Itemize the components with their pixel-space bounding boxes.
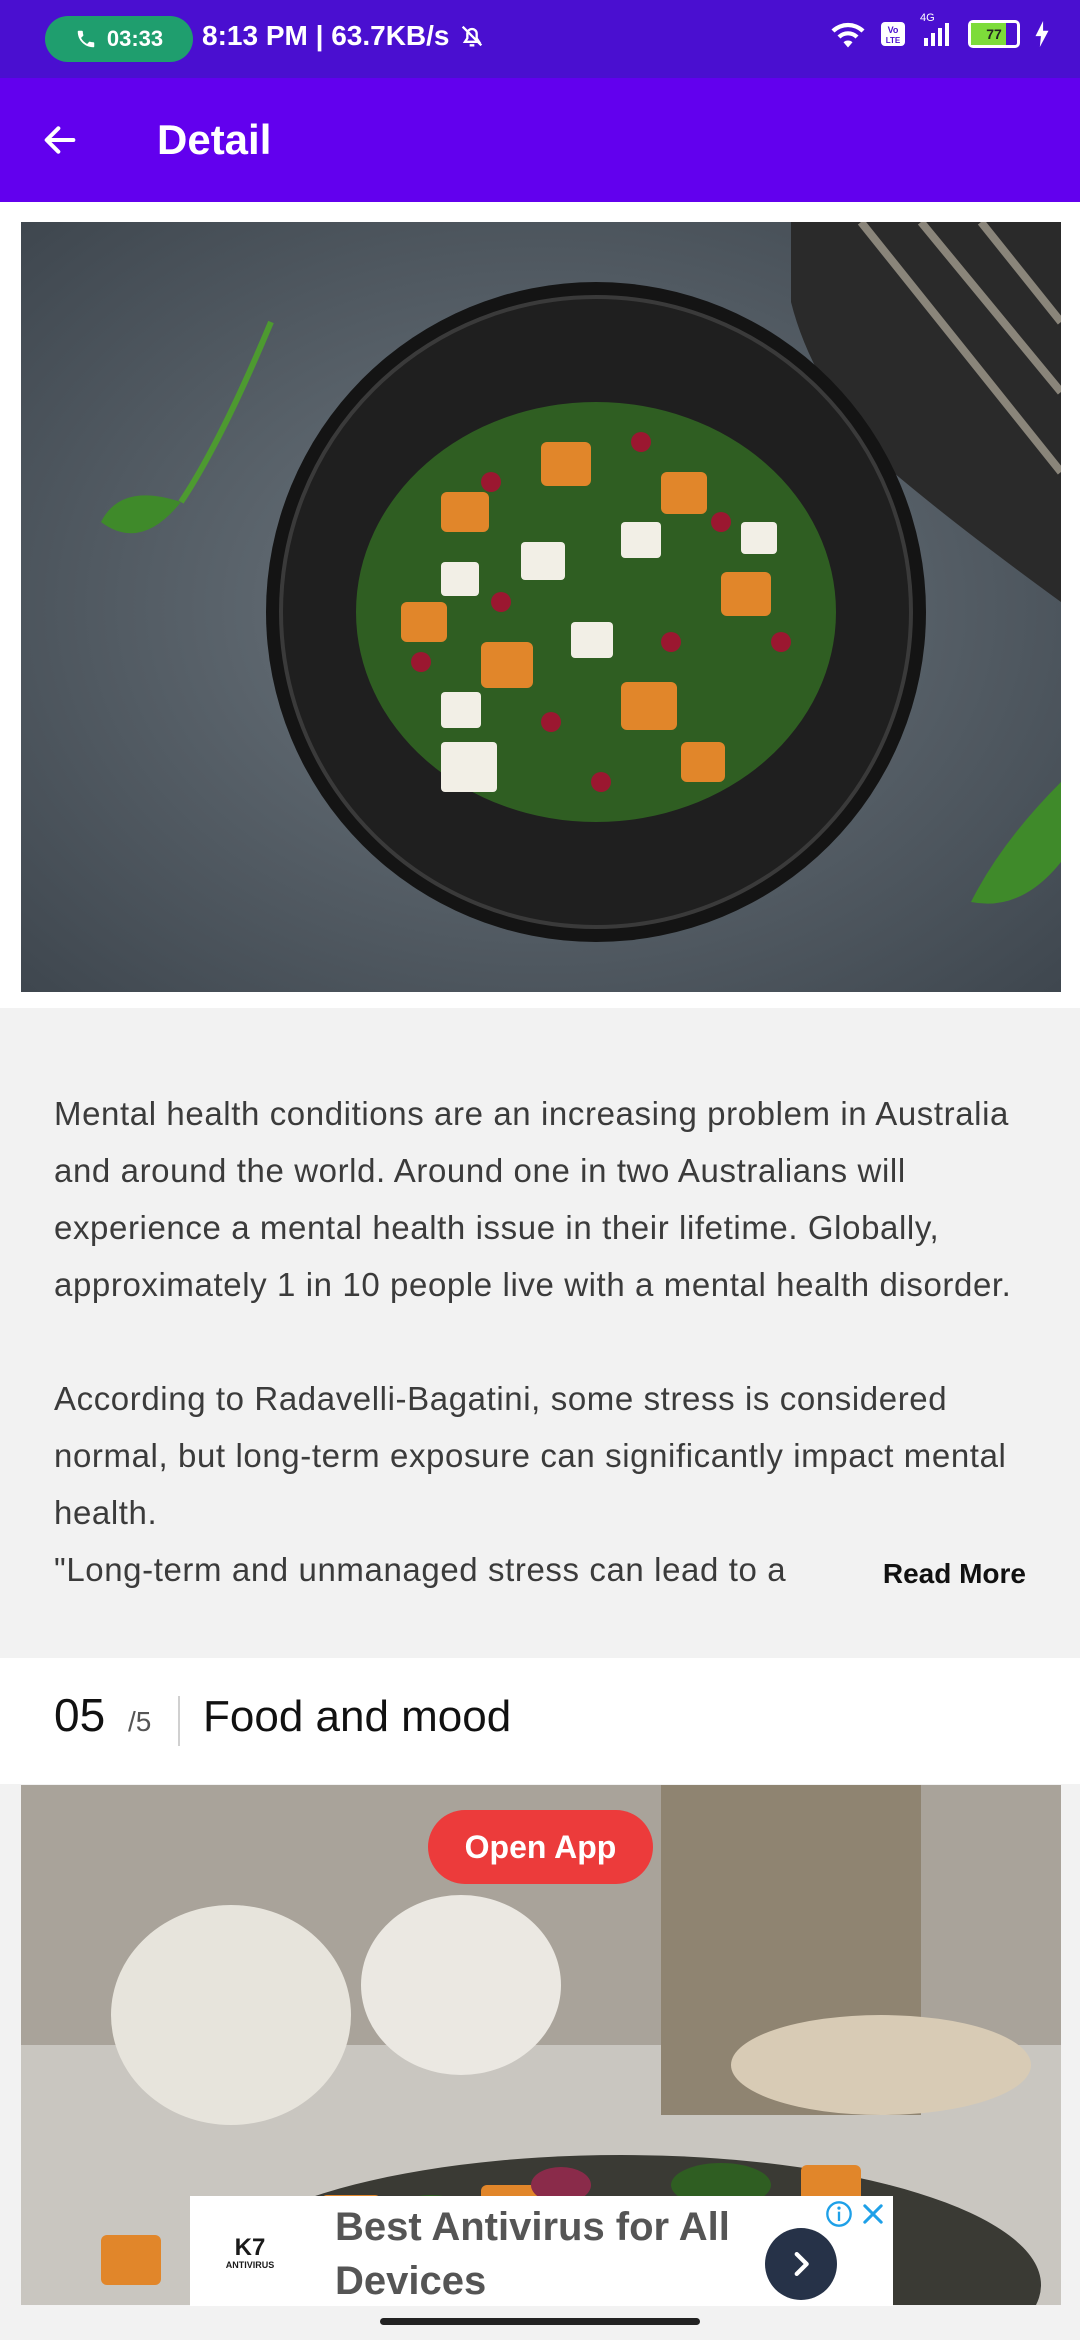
alarm-off-icon [461,25,482,47]
time-and-speed: 8:13 PM | 63.7KB/s [202,20,450,51]
network-type-label: 4G [920,12,935,24]
ad-headline: Best Antivirus for All Devices [335,2205,730,2303]
phone-icon [77,30,95,48]
svg-text:Vo: Vo [888,25,899,35]
ad-banner[interactable]: K7 ANTIVIRUS Best Antivirus for All Devi… [190,2196,893,2306]
ongoing-call-pill[interactable]: 03:33 [45,16,193,62]
signal-icon [924,23,949,46]
section-index: 05 [54,1689,106,1741]
battery-level: 77 [986,26,1002,42]
read-more-link[interactable]: Read More [883,1558,1026,1590]
article-paragraph-1: Mental health conditions are an increasi… [54,1095,1012,1303]
volte-icon: VoLTE [881,22,905,46]
app-bar: Detail [0,78,1080,202]
home-indicator[interactable] [380,2318,700,2325]
battery-icon: 77 [968,20,1020,48]
svg-text:LTE: LTE [886,36,901,45]
open-app-button[interactable]: Open App [428,1810,653,1884]
section-header: 05 /5 Food and mood [0,1658,1080,1784]
k7-logo: K7 ANTIVIRUS [220,2234,280,2274]
ad-brand: K7 [234,2234,266,2261]
arrow-left-icon [44,126,76,154]
call-time: 03:33 [106,26,164,51]
ad-go-button[interactable] [765,2228,837,2300]
section-title: Food and mood [203,1692,512,1741]
wifi-icon [831,22,865,48]
ad-info-icon[interactable] [825,2200,853,2228]
chevron-right-icon [794,2251,809,2277]
salad-bowl-image [21,222,1061,992]
status-bar: 03:33 8:13 PM | 63.7KB/s Vo LTE 4G 77 [0,0,1080,78]
back-button[interactable] [30,114,90,166]
ad-close-icon[interactable] [859,2200,887,2228]
article-paragraph-2: According to Radavelli-Bagatini, some st… [54,1380,1007,1531]
article-paragraph-3: "Long-term and unmanaged stress can lead… [54,1551,787,1588]
charging-icon [1035,21,1049,47]
section-divider [178,1696,180,1746]
section-total: /5 [128,1706,152,1737]
page-title: Detail [157,116,272,163]
ad-brand-sub: ANTIVIRUS [225,2260,275,2270]
